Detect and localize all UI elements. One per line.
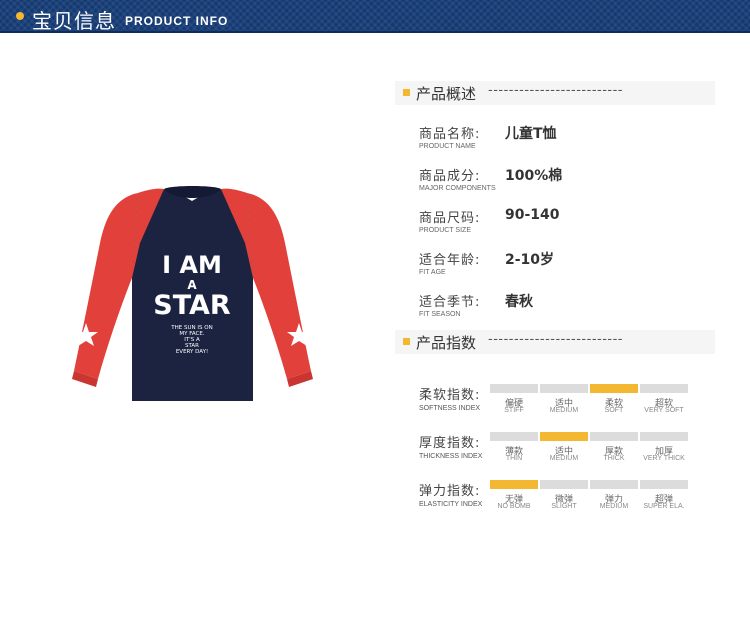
info-label-en: PRODUCT SIZE	[419, 227, 471, 234]
scale-segment-selected	[540, 432, 588, 441]
index-label: 弹力指数:	[419, 484, 481, 499]
overview-header: 产品概述 --------------------------	[395, 81, 715, 105]
info-label-en: FIT AGE	[419, 269, 446, 276]
scale-option-label-en: SUPER ELA.	[643, 503, 685, 510]
info-label-en: FIT SEASON	[419, 311, 461, 318]
scale-option-label-en: SLIGHT	[551, 503, 577, 510]
scale-segment	[540, 384, 588, 393]
left-sleeve	[74, 193, 138, 379]
indices-header: 产品指数 --------------------------	[395, 330, 715, 354]
info-label-en: MAJOR COMPONENTS	[419, 185, 496, 192]
scale-option-label-en: THIN	[505, 455, 523, 462]
index-label-en: ELASTICITY INDEX	[419, 501, 483, 508]
scale-option-label-en: MEDIUM	[599, 503, 629, 510]
scale-segment	[640, 480, 688, 489]
scale-segment	[590, 432, 638, 441]
info-row-size: 商品尺码: PRODUCT SIZE 90-140	[419, 207, 560, 234]
scale-segment	[590, 480, 638, 489]
index-row: 厚度指数: THICKNESS INDEX 薄款 THIN 适中 MEDIUM 厚款 THIC…	[419, 432, 688, 462]
info-label: 商品尺码:	[419, 211, 481, 226]
right-sleeve	[247, 193, 311, 379]
info-row-season: 适合季节: FIT SEASON 春秋	[419, 291, 533, 318]
index-row: 弹力指数: ELASTICITY INDEX 无弹 NO BOMB 微弹 SLIGHT 弹力…	[419, 480, 688, 510]
scale-option-label-en: THICK	[603, 455, 625, 462]
scale-option-label-en: VERY SOFT	[644, 407, 684, 414]
indices-title: 产品指数	[416, 334, 477, 352]
info-value: 2-10岁	[505, 252, 555, 268]
scale-option-label-en: STIFF	[504, 407, 524, 414]
dash-divider: --------------------------	[488, 332, 623, 347]
info-label-en: PRODUCT NAME	[419, 143, 476, 150]
scale-segment	[640, 432, 688, 441]
index-label-en: SOFTNESS INDEX	[419, 405, 481, 412]
scale-segment-selected	[590, 384, 638, 393]
info-label: 商品名称:	[419, 127, 481, 142]
info-row-components: 商品成分: MAJOR COMPONENTS 100%棉	[419, 165, 562, 192]
print-line-3: STAR	[153, 290, 231, 321]
section-title: 宝贝信息	[32, 9, 116, 33]
product-image: I AM A STAR THE SUN IS ON MY FACE. IT'S …	[70, 183, 315, 403]
info-value: 100%棉	[505, 168, 563, 184]
banner-divider	[0, 31, 750, 33]
section-title-en: PRODUCT INFO	[125, 14, 229, 28]
square-bullet-icon	[403, 89, 410, 96]
dash-divider: --------------------------	[488, 83, 623, 98]
overview-title: 产品概述	[416, 85, 477, 103]
scale-option-label-en: VERY THICK	[643, 455, 685, 462]
svg-text:EVERY DAY!: EVERY DAY!	[176, 349, 208, 355]
print-line-1: I AM	[162, 251, 222, 279]
info-label: 适合季节:	[419, 295, 481, 310]
info-row-name: 商品名称: PRODUCT NAME 儿童T恤	[419, 123, 557, 150]
scale-segment	[490, 384, 538, 393]
scale-option-label-en: NO BOMB	[497, 503, 531, 510]
scale-segment	[540, 480, 588, 489]
index-label: 厚度指数:	[419, 436, 481, 451]
index-label: 柔软指数:	[419, 388, 481, 403]
scale-option-label-en: SOFT	[604, 407, 624, 414]
info-value: 儿童T恤	[505, 126, 557, 142]
scale-option-label-en: MEDIUM	[549, 407, 579, 414]
info-label: 商品成分:	[419, 169, 481, 184]
info-value: 90-140	[505, 207, 560, 223]
index-row: 柔软指数: SOFTNESS INDEX 偏硬 STIFF 适中 MEDIUM 柔软 SOFT…	[419, 384, 688, 414]
tshirt-illustration: I AM A STAR THE SUN IS ON MY FACE. IT'S …	[72, 186, 313, 401]
bullet-dot-icon	[16, 12, 24, 20]
header-banner: 宝贝信息 PRODUCT INFO	[0, 0, 750, 33]
scale-segment-selected	[490, 480, 538, 489]
scale-option-label-en: MEDIUM	[549, 455, 579, 462]
scale-segment	[490, 432, 538, 441]
info-row-age: 适合年龄: FIT AGE 2-10岁	[419, 249, 554, 276]
scale-segment	[640, 384, 688, 393]
square-bullet-icon	[403, 338, 410, 345]
info-value: 春秋	[505, 294, 533, 310]
index-label-en: THICKNESS INDEX	[419, 453, 483, 460]
info-label: 适合年龄:	[419, 253, 481, 268]
